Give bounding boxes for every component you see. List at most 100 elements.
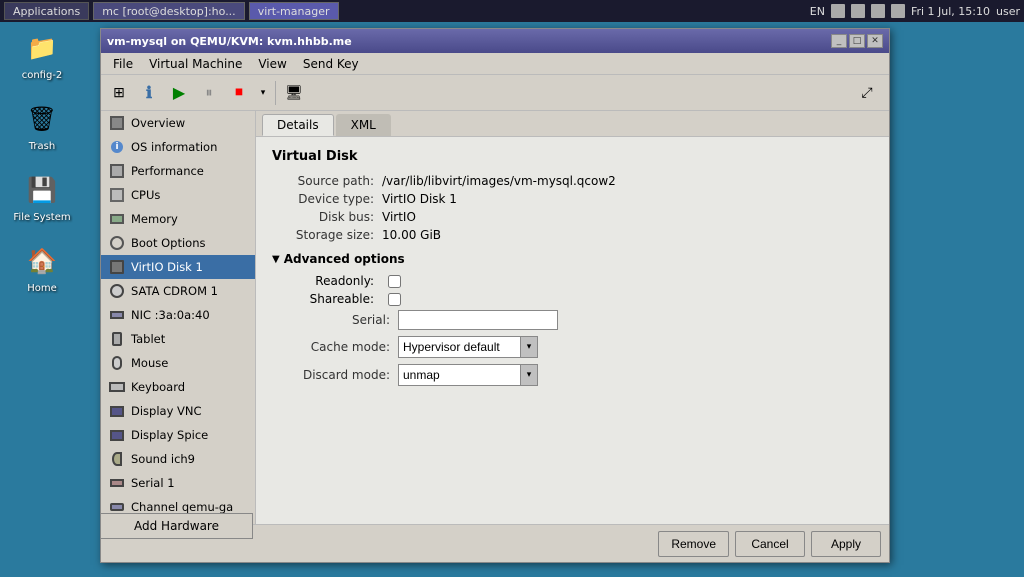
desktop-icons: 📁 config-2 🗑 Trash 💾 File System 🏠 Home: [12, 30, 72, 294]
sidebar-item-nic[interactable]: NIC :3a:0a:40: [101, 303, 255, 327]
sidebar-label-boot: Boot Options: [131, 236, 206, 250]
toolbar-scale-btn[interactable]: ⤢: [853, 79, 881, 107]
sidebar-item-sata-cdrom[interactable]: SATA CDROM 1: [101, 279, 255, 303]
cache-mode-select[interactable]: Hypervisor default none writethrough wri…: [398, 336, 538, 358]
performance-icon: [109, 163, 125, 179]
desktop-icon-home[interactable]: 🏠 Home: [12, 243, 72, 294]
info-disk-bus: Disk bus: VirtIO: [272, 210, 873, 224]
readonly-row: Readonly:: [288, 274, 873, 288]
sidebar-item-overview[interactable]: Overview: [101, 111, 255, 135]
disk-bus-value: VirtIO: [382, 210, 416, 224]
sidebar-item-display-vnc[interactable]: Display VNC: [101, 399, 255, 423]
sidebar-item-serial[interactable]: Serial 1: [101, 471, 255, 495]
sidebar-label-nic: NIC :3a:0a:40: [131, 308, 210, 322]
toolbar: ⊞ ℹ ▶ ⏸ ⏹ ▾ 🖥 ⤢: [101, 75, 889, 111]
discard-mode-select[interactable]: unmap ignore: [398, 364, 538, 386]
sound-icon: [109, 451, 125, 467]
applications-menu[interactable]: Applications: [4, 2, 89, 20]
mouse-icon: [109, 355, 125, 371]
sidebar-label-sata-cdrom: SATA CDROM 1: [131, 284, 218, 298]
sidebar-item-sound[interactable]: Sound ich9: [101, 447, 255, 471]
sidebar-item-virtio-disk[interactable]: VirtIO Disk 1: [101, 255, 255, 279]
toolbar-display-btn[interactable]: 🖥: [280, 79, 308, 107]
menu-view[interactable]: View: [250, 55, 294, 73]
sidebar-label-os-info: OS information: [131, 140, 217, 154]
advanced-header[interactable]: ▼ Advanced options: [272, 252, 873, 266]
info-device-type: Device type: VirtIO Disk 1: [272, 192, 873, 206]
sidebar-item-performance[interactable]: Performance: [101, 159, 255, 183]
shareable-checkbox[interactable]: [388, 293, 401, 306]
desktop-icon-trash[interactable]: 🗑 Trash: [12, 101, 72, 152]
sidebar-item-tablet[interactable]: Tablet: [101, 327, 255, 351]
desktop-icon-config[interactable]: 📁 config-2: [12, 30, 72, 81]
apply-button[interactable]: Apply: [811, 531, 881, 557]
serial-label: Serial:: [288, 313, 398, 327]
keyboard-icon: [109, 379, 125, 395]
nic-icon: [109, 307, 125, 323]
shareable-label: Shareable:: [288, 292, 382, 306]
sidebar-item-boot[interactable]: Boot Options: [101, 231, 255, 255]
tray-user: user: [996, 5, 1020, 18]
sata-cdrom-icon: [109, 283, 125, 299]
menu-virtual-machine[interactable]: Virtual Machine: [141, 55, 250, 73]
toolbar-pause-btn[interactable]: ⏸: [195, 79, 223, 107]
remove-button[interactable]: Remove: [658, 531, 729, 557]
advanced-section: Readonly: Shareable: Serial: Cache: [272, 274, 873, 386]
sidebar-item-keyboard[interactable]: Keyboard: [101, 375, 255, 399]
taskbar: Applications mc [root@desktop]:ho... vir…: [0, 0, 1024, 22]
sidebar-item-display-spice[interactable]: Display Spice: [101, 423, 255, 447]
menu-bar: File Virtual Machine View Send Key: [101, 53, 889, 75]
toolbar-dropdown-icon: ▾: [261, 87, 266, 98]
close-button[interactable]: ✕: [867, 34, 883, 48]
info-storage-size: Storage size: 10.00 GiB: [272, 228, 873, 242]
maximize-button[interactable]: □: [849, 34, 865, 48]
tabs-bar: Details XML: [256, 111, 889, 137]
advanced-chevron-icon: ▼: [272, 254, 280, 265]
window-title: vm-mysql on QEMU/KVM: kvm.hhbb.me: [107, 35, 352, 48]
sidebar-label-sound: Sound ich9: [131, 452, 195, 466]
toolbar-overview-btn[interactable]: ⊞: [105, 79, 133, 107]
desktop-icon-filesystem[interactable]: 💾 File System: [12, 172, 72, 223]
discard-mode-select-wrapper: unmap ignore ▾: [398, 364, 538, 386]
taskbar-window-mc[interactable]: mc [root@desktop]:ho...: [93, 2, 244, 20]
readonly-checkbox[interactable]: [388, 275, 401, 288]
main-window: vm-mysql on QEMU/KVM: kvm.hhbb.me _ □ ✕ …: [100, 28, 890, 563]
display-vnc-icon: [109, 403, 125, 419]
device-type-label: Device type:: [272, 192, 382, 206]
toolbar-stop-dropdown-btn[interactable]: ▾: [255, 79, 271, 107]
sidebar-label-cpus: CPUs: [131, 188, 160, 202]
trash-icon: 🗑: [24, 101, 60, 137]
toolbar-overview-icon: ⊞: [113, 84, 125, 101]
sidebar-label-performance: Performance: [131, 164, 204, 178]
sidebar-item-mouse[interactable]: Mouse: [101, 351, 255, 375]
minimize-button[interactable]: _: [831, 34, 847, 48]
storage-size-label: Storage size:: [272, 228, 382, 242]
menu-file[interactable]: File: [105, 55, 141, 73]
add-hardware-label: Add Hardware: [134, 519, 219, 533]
toolbar-play-icon: ▶: [173, 83, 185, 103]
tab-xml[interactable]: XML: [336, 114, 391, 136]
add-hardware-button[interactable]: Add Hardware: [100, 513, 253, 539]
sidebar-label-channel-qemu: Channel qemu-ga: [131, 500, 233, 514]
toolbar-play-btn[interactable]: ▶: [165, 79, 193, 107]
menu-send-key[interactable]: Send Key: [295, 55, 367, 73]
serial-input[interactable]: [398, 310, 558, 330]
toolbar-info-btn[interactable]: ℹ: [135, 79, 163, 107]
taskbar-window-virt[interactable]: virt-manager: [249, 2, 339, 20]
virtio-disk-icon: [109, 259, 125, 275]
tray-lang: EN: [810, 5, 825, 18]
boot-icon: [109, 235, 125, 251]
window-controls: _ □ ✕: [831, 34, 883, 48]
cancel-button[interactable]: Cancel: [735, 531, 805, 557]
home-icon: 🏠: [24, 243, 60, 279]
sidebar-item-cpus[interactable]: CPUs: [101, 183, 255, 207]
display-spice-icon: [109, 427, 125, 443]
sidebar-item-memory[interactable]: Memory: [101, 207, 255, 231]
tab-details[interactable]: Details: [262, 114, 334, 136]
memory-icon: [109, 211, 125, 227]
taskbar-left: Applications mc [root@desktop]:ho... vir…: [4, 2, 339, 20]
window-titlebar: vm-mysql on QEMU/KVM: kvm.hhbb.me _ □ ✕: [101, 29, 889, 53]
toolbar-stop-btn[interactable]: ⏹: [225, 79, 253, 107]
sidebar-item-os-info[interactable]: i OS information: [101, 135, 255, 159]
tray-volume-icon: [871, 4, 885, 18]
